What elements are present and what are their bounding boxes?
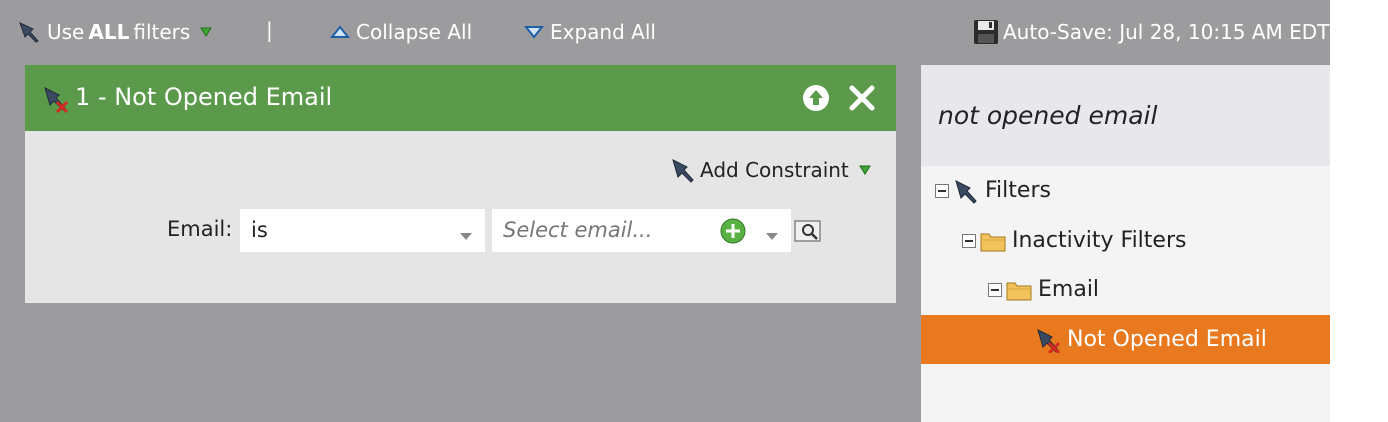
triangle-down-icon [524, 25, 544, 39]
use-all-bold: ALL [88, 20, 130, 44]
filter-card-header: 1 - Not Opened Email [25, 65, 896, 131]
funnel-icon [670, 157, 696, 183]
use-prefix: Use [47, 20, 85, 44]
chevron-down-icon [858, 165, 871, 175]
toolbar-separator: | [266, 18, 273, 42]
collapse-all-label: Collapse All [356, 20, 473, 44]
folder-icon [1006, 279, 1032, 301]
autosave-status: Auto-Save: Jul 28, 10:15 AM EDT [973, 18, 1329, 46]
folder-icon [980, 230, 1006, 252]
chevron-down-icon [765, 226, 779, 245]
close-icon [849, 85, 875, 111]
move-up-button[interactable] [802, 84, 830, 112]
add-constraint-button[interactable]: Add Constraint [670, 157, 871, 183]
remove-filter-button[interactable] [848, 84, 876, 112]
plus-circle-icon[interactable] [720, 218, 746, 248]
autosave-text: Auto-Save: Jul 28, 10:15 AM EDT [1003, 20, 1330, 44]
tree-label: Not Opened Email [1067, 327, 1267, 352]
tree-node-email[interactable]: Email [988, 265, 1099, 314]
operator-value: is [251, 218, 268, 242]
tree-label: Inactivity Filters [1012, 228, 1187, 253]
chevron-down-icon [200, 27, 213, 37]
expand-all-label: Expand All [550, 20, 656, 44]
triangle-up-icon [330, 25, 350, 39]
filter-title: 1 - Not Opened Email [75, 83, 333, 111]
tree-node-not-opened-email[interactable]: Not Opened Email [921, 315, 1330, 364]
email-label: Email: [167, 217, 233, 241]
funnel-icon [953, 178, 979, 204]
toolbar: Use ALL filters | Collapse All Expand Al… [0, 0, 1330, 64]
funnel-icon [17, 20, 41, 44]
search-query: not opened email [938, 101, 1158, 130]
use-suffix: filters [133, 20, 191, 44]
expand-all-button[interactable]: Expand All [524, 18, 656, 46]
tree-label: Filters [985, 178, 1051, 203]
filter-search-box[interactable]: not opened email [921, 65, 1330, 166]
funnel-x-icon [1035, 327, 1061, 353]
lookup-button[interactable] [794, 220, 821, 242]
collapse-icon[interactable] [962, 233, 976, 248]
tree-node-filters[interactable]: Filters [935, 166, 1051, 215]
chevron-down-icon [459, 226, 473, 245]
tree-node-inactivity-filters[interactable]: Inactivity Filters [962, 216, 1186, 265]
email-placeholder: Select email... [503, 218, 653, 242]
email-select[interactable]: Select email... [492, 209, 791, 252]
filter-tree-panel: not opened email Filters Inactivity Filt… [921, 65, 1330, 422]
filter-card: 1 - Not Opened Email Add Constraint Emai… [25, 65, 896, 303]
collapse-icon[interactable] [935, 183, 949, 198]
collapse-all-button[interactable]: Collapse All [330, 18, 472, 46]
funnel-x-icon [42, 85, 70, 117]
floppy-disk-icon [973, 19, 999, 45]
use-all-filters-dropdown[interactable]: Use ALL filters [17, 18, 213, 46]
operator-select[interactable]: is [240, 209, 485, 252]
arrow-up-circle-icon [803, 85, 829, 111]
tree-label: Email [1038, 277, 1100, 302]
magnifier-icon [794, 220, 821, 242]
smart-list-canvas: Use ALL filters | Collapse All Expand Al… [0, 0, 1330, 422]
add-constraint-label: Add Constraint [700, 158, 849, 182]
collapse-icon[interactable] [988, 282, 1002, 297]
